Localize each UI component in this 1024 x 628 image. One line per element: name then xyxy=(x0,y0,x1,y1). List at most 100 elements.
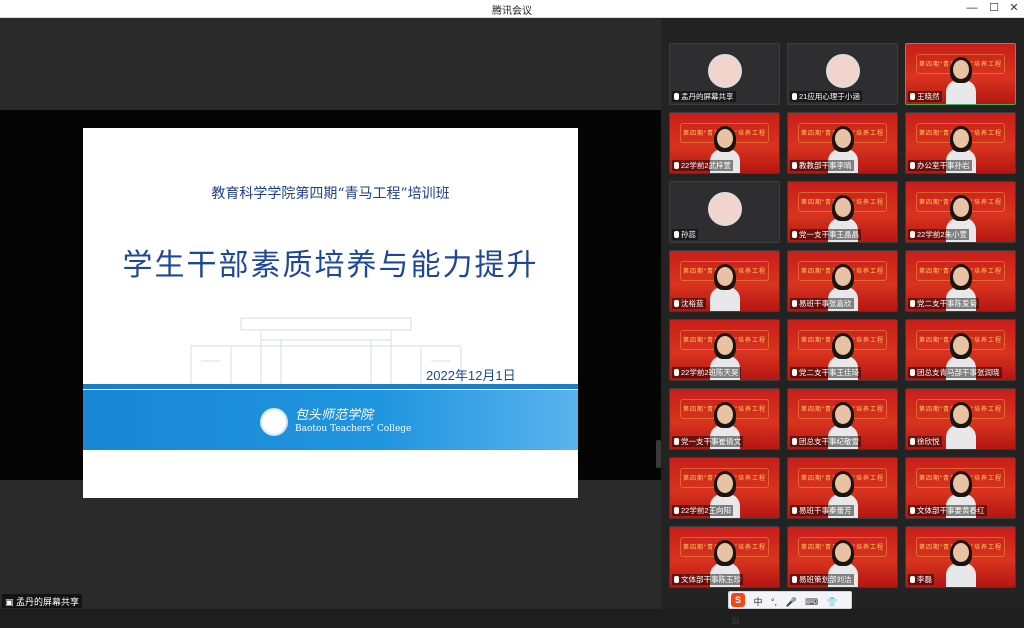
share-icon: ▣ xyxy=(5,597,17,607)
slide-title: 学生干部素质培养与能力提升 xyxy=(122,248,539,283)
participant-name-text: 易班干事秦蕾芳 xyxy=(799,506,852,515)
mic-icon xyxy=(910,438,915,445)
participant-tile[interactable]: 第四期“青马工程”培养工程易班策划部刘洁 xyxy=(787,526,898,588)
participant-tile[interactable]: 第四期“青马工程”培养工程办公室干事孙岩 xyxy=(905,112,1016,174)
person-face xyxy=(835,336,851,355)
participant-tile[interactable]: 第四期“青马工程”培养工程党二支干事王佳琦 xyxy=(787,319,898,381)
participant-tile[interactable]: 第四期“青马工程”培养工程22学前2武梓萱 xyxy=(669,112,780,174)
participant-name-text: 文体部干事陈玉珍 xyxy=(681,575,741,584)
person-face xyxy=(717,543,733,562)
participant-tile[interactable]: 第四期“青马工程”培养工程22学前2王向阳 xyxy=(669,457,780,519)
participant-tile[interactable]: 第四期“青马工程”培养工程易班干事秦蕾芳 xyxy=(787,457,898,519)
person-face xyxy=(953,405,969,424)
participant-tile[interactable]: 第四期“青马工程”培养工程团总支青马部干事张润晓 xyxy=(905,319,1016,381)
participant-tile[interactable]: 孙蕊 xyxy=(669,181,780,243)
mic-icon xyxy=(674,231,679,238)
mic-icon xyxy=(674,576,679,583)
college-name-en: Baotou Teachers’ College xyxy=(295,424,412,434)
participant-tile[interactable]: 第四期“青马工程”培养工程王晓然 xyxy=(905,43,1016,105)
participant-name-text: 22学前2武梓萱 xyxy=(681,161,732,170)
ime-voice-icon[interactable]: 🎤 xyxy=(783,594,798,610)
mic-icon xyxy=(674,438,679,445)
mic-icon xyxy=(792,369,797,376)
participant-name-text: 易班策划部刘洁 xyxy=(799,575,852,584)
participant-name: 孟丹的屏幕共享 xyxy=(672,91,736,102)
participant-name-text: 孟丹的屏幕共享 xyxy=(681,92,734,101)
person-face xyxy=(717,405,733,424)
participant-tile[interactable]: 第四期“青马工程”培养工程文体部干事陈玉珍 xyxy=(669,526,780,588)
participant-tile[interactable]: 第四期“青马工程”培养工程徐欣悦 xyxy=(905,388,1016,450)
mic-icon xyxy=(674,369,679,376)
participant-name: 王晓然 xyxy=(908,91,942,102)
participant-name-text: 21应用心理于小涵 xyxy=(799,92,860,101)
mic-icon xyxy=(792,300,797,307)
participant-name: 党一支干事王晶晶 xyxy=(790,229,861,240)
participant-name-text: 22学前2王向阳 xyxy=(681,506,732,515)
person-body xyxy=(946,80,976,104)
participant-name-text: 教教部干事李晴 xyxy=(799,161,852,170)
slide-subtitle: 教育科学学院第四期“青马工程”培训班 xyxy=(211,186,450,202)
participant-tile[interactable]: 第四期“青马工程”培养工程22学前2班陈天昊 xyxy=(669,319,780,381)
participant-name-text: 办公室干事孙岩 xyxy=(917,161,970,170)
participant-tile[interactable]: 第四期“青马工程”培养工程团总支干事纪敬雪 xyxy=(787,388,898,450)
participant-name: 22学前2朱小萱 xyxy=(908,229,970,240)
participant-name: 党二支干事陈爱菊 xyxy=(908,298,979,309)
person-body xyxy=(946,563,976,587)
mic-icon xyxy=(792,162,797,169)
close-button[interactable]: ✕ xyxy=(1002,0,1024,18)
participant-tile[interactable]: 第四期“青马工程”培养工程党一支干事王晶晶 xyxy=(787,181,898,243)
participant-tile[interactable]: 第四期“青马工程”培养工程教教部干事李晴 xyxy=(787,112,898,174)
mic-icon xyxy=(910,507,915,514)
participant-video xyxy=(946,402,976,449)
ime-toolbox-icon[interactable]: ▦ xyxy=(729,612,742,628)
college-logo-icon xyxy=(260,408,288,436)
person-face xyxy=(953,198,969,217)
participant-tile[interactable]: 21应用心理于小涵 xyxy=(787,43,898,105)
mic-icon xyxy=(674,162,679,169)
person-face xyxy=(953,336,969,355)
participant-name: 团总支青马部干事张润晓 xyxy=(908,367,1002,378)
college-name-cn: 包头师范学院 xyxy=(295,408,374,423)
ime-keyboard-icon[interactable]: ⌨ xyxy=(803,594,820,610)
window-title: 腾讯会议 xyxy=(492,6,532,17)
person-face xyxy=(835,267,851,286)
person-face xyxy=(835,405,851,424)
participant-name-text: 团总支干事纪敬雪 xyxy=(799,437,859,446)
minimize-button[interactable]: — xyxy=(960,0,984,18)
participant-tile[interactable]: 第四期“青马工程”培养工程易班干事张嘉欣 xyxy=(787,250,898,312)
participant-name: 文体部干事陈玉珍 xyxy=(672,574,743,585)
participant-tile[interactable]: 第四期“青马工程”培养工程沈裕蓝 xyxy=(669,250,780,312)
person-face xyxy=(953,129,969,148)
person-face xyxy=(835,129,851,148)
participant-name: 易班干事秦蕾芳 xyxy=(790,505,854,516)
sogou-logo-icon[interactable]: S xyxy=(731,593,745,607)
participant-tile[interactable]: 第四期“青马工程”培养工程文体部干事要黄春红 xyxy=(905,457,1016,519)
participant-video xyxy=(946,57,976,104)
mic-icon xyxy=(910,231,915,238)
person-face xyxy=(953,267,969,286)
ime-chinese-mode[interactable]: 中 xyxy=(751,594,764,610)
screen-share-label: ▣ 孟丹的屏幕共享 xyxy=(2,594,83,608)
ime-skin-icon[interactable]: 👕 xyxy=(825,594,840,610)
participant-name-text: 王晓然 xyxy=(917,92,940,101)
participant-tile[interactable]: 第四期“青马工程”培养工程李磊 xyxy=(905,526,1016,588)
person-face xyxy=(717,336,733,355)
participant-name: 团总支干事纪敬雪 xyxy=(790,436,861,447)
title-bar: 腾讯会议 — ☐ ✕ xyxy=(0,0,1024,18)
participant-tile[interactable]: 孟丹的屏幕共享 xyxy=(669,43,780,105)
participant-tile[interactable]: 第四期“青马工程”培养工程党二支干事陈爱菊 xyxy=(905,250,1016,312)
mic-icon xyxy=(792,438,797,445)
participant-name-text: 党一支干事崔倩文 xyxy=(681,437,741,446)
participant-tile[interactable]: 第四期“青马工程”培养工程党一支干事崔倩文 xyxy=(669,388,780,450)
participant-tile[interactable]: 第四期“青马工程”培养工程22学前2朱小萱 xyxy=(905,181,1016,243)
person-face xyxy=(717,129,733,148)
person-face xyxy=(953,60,969,79)
participant-name-text: 党二支干事王佳琦 xyxy=(799,368,859,377)
participant-name: 孙蕊 xyxy=(672,229,698,240)
ime-punctuation-icon[interactable]: °, xyxy=(769,594,779,610)
participant-name: 办公室干事孙岩 xyxy=(908,160,972,171)
person-face xyxy=(953,543,969,562)
ime-toolbar[interactable]: S 中 °, 🎤 ⌨ 👕 ▦ xyxy=(728,591,852,625)
person-face xyxy=(835,543,851,562)
participant-name: 易班干事张嘉欣 xyxy=(790,298,854,309)
